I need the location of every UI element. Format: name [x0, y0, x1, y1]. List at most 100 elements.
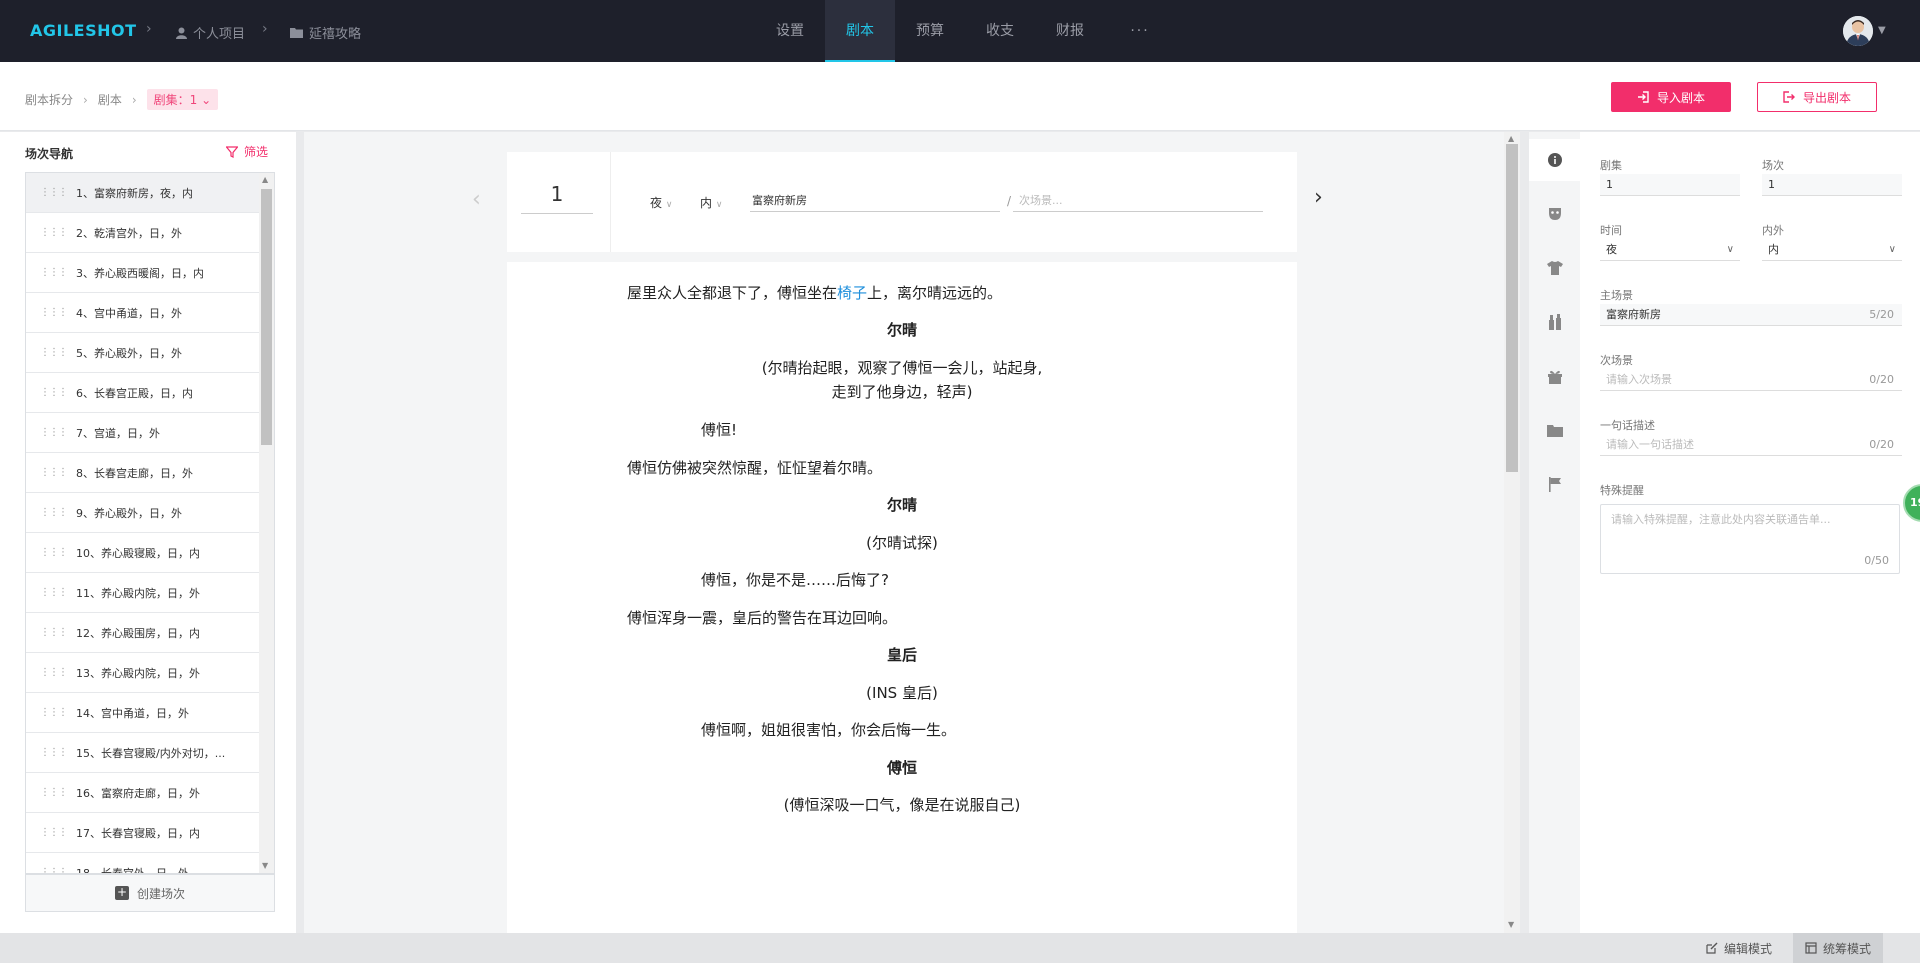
- drag-handle-icon[interactable]: ⋮⋮⋮: [26, 827, 76, 838]
- prop-link[interactable]: 椅子: [837, 284, 867, 302]
- scene-list-item[interactable]: ⋮⋮⋮ 18、长春宫外，日，外: [26, 853, 259, 874]
- drag-handle-icon[interactable]: ⋮⋮⋮: [26, 267, 76, 278]
- drag-handle-icon[interactable]: ⋮⋮⋮: [26, 627, 76, 638]
- drag-handle-icon[interactable]: ⋮⋮⋮: [26, 707, 76, 718]
- scene-list-item[interactable]: ⋮⋮⋮ 8、长春宫走廊，日，外: [26, 453, 259, 493]
- scene-list-item[interactable]: ⋮⋮⋮ 13、养心殿内院，日，外: [26, 653, 259, 693]
- scene-list-item[interactable]: ⋮⋮⋮ 16、富察府走廊，日，外: [26, 773, 259, 813]
- char-count: 0/20: [1869, 373, 1894, 386]
- scene-list-item[interactable]: ⋮⋮⋮ 5、养心殿外，日，外: [26, 333, 259, 373]
- import-icon: [1637, 91, 1649, 103]
- sub-scene-input[interactable]: 次场景...: [1013, 192, 1263, 212]
- sub-header: 剧本拆分 › 剧本 › 剧集：1 ⌄ 导入剧本 导出剧本: [0, 62, 1920, 131]
- drag-handle-icon[interactable]: ⋮⋮⋮: [26, 347, 76, 358]
- export-script-button[interactable]: 导出剧本: [1757, 82, 1877, 112]
- scene-list-item-label: 13、养心殿内院，日，外: [76, 666, 200, 680]
- user-avatar[interactable]: [1843, 16, 1873, 46]
- breadcrumb: 剧本拆分 › 剧本 › 剧集：1 ⌄: [25, 89, 219, 110]
- drag-handle-icon[interactable]: ⋮⋮⋮: [26, 587, 76, 598]
- main-scene-input[interactable]: 富察府新房: [750, 192, 1000, 212]
- nav-budget[interactable]: 预算: [895, 0, 965, 62]
- inout-dropdown-value: 内: [1768, 243, 1779, 256]
- summary-field[interactable]: 请输入一句话描述 0/20: [1600, 434, 1902, 456]
- scene-list-item[interactable]: ⋮⋮⋮ 2、乾清宫外，日，外: [26, 213, 259, 253]
- marker-tab[interactable]: [1529, 463, 1580, 505]
- time-select[interactable]: 夜 ∨: [650, 194, 672, 211]
- files-tab[interactable]: [1529, 409, 1580, 451]
- scene-list-item-label: 6、长春宫正殿，日，内: [76, 386, 193, 400]
- drag-handle-icon[interactable]: ⋮⋮⋮: [26, 307, 76, 318]
- import-script-button[interactable]: 导入剧本: [1611, 82, 1731, 112]
- episode-input[interactable]: 1: [1600, 174, 1740, 196]
- drag-handle-icon[interactable]: ⋮⋮⋮: [26, 427, 76, 438]
- dialogue: 傅恒啊，姐姐很害怕，你会后悔一生。: [701, 721, 957, 739]
- character-name: 傅恒: [886, 759, 917, 777]
- nav-settings[interactable]: 设置: [755, 0, 825, 62]
- plan-mode-button[interactable]: 统筹模式: [1793, 933, 1884, 963]
- scene-list-item[interactable]: ⋮⋮⋮ 9、养心殿外，日，外: [26, 493, 259, 533]
- nav-script[interactable]: 剧本: [825, 0, 895, 62]
- caret-down-icon[interactable]: ▼: [1878, 25, 1886, 36]
- drag-handle-icon[interactable]: ⋮⋮⋮: [26, 467, 76, 478]
- scene-list-item[interactable]: ⋮⋮⋮ 11、养心殿内院，日，外: [26, 573, 259, 613]
- scene-header: 1 夜 ∨ 内 ∨ 富察府新房 / 次场景...: [507, 152, 1297, 252]
- breadcrumb-drama[interactable]: 延禧攻略: [290, 23, 361, 42]
- scene-number-input[interactable]: 1: [521, 174, 593, 214]
- drag-handle-icon[interactable]: ⋮⋮⋮: [26, 547, 76, 558]
- inout-select[interactable]: 内 ∨: [700, 194, 722, 211]
- drag-handle-icon[interactable]: ⋮⋮⋮: [26, 227, 76, 238]
- scene-list-item[interactable]: ⋮⋮⋮ 12、养心殿围房，日，内: [26, 613, 259, 653]
- drag-handle-icon[interactable]: ⋮⋮⋮: [26, 507, 76, 518]
- dialogue: 傅恒!: [701, 421, 738, 439]
- costume-tab[interactable]: [1529, 247, 1580, 289]
- editor-scrollbar[interactable]: ▲ ▼: [1504, 132, 1520, 933]
- scroll-down-icon[interactable]: ▼: [262, 861, 268, 870]
- scene-list-item[interactable]: ⋮⋮⋮ 1、富察府新房，夜，内: [26, 173, 259, 213]
- scene-list-item[interactable]: ⋮⋮⋮ 6、长春宫正殿，日，内: [26, 373, 259, 413]
- drag-handle-icon[interactable]: ⋮⋮⋮: [26, 667, 76, 678]
- scene-list-item[interactable]: ⋮⋮⋮ 10、养心殿寝殿，日，内: [26, 533, 259, 573]
- chevron-right-icon[interactable]: ›: [1314, 185, 1323, 210]
- scene-list-item[interactable]: ⋮⋮⋮ 17、长春宫寝殿，日，内: [26, 813, 259, 853]
- notice-textarea[interactable]: 请输入特殊提醒，注意此处内容关联通告单... 0/50: [1600, 504, 1900, 574]
- actor-tab[interactable]: [1529, 193, 1580, 235]
- info-tab[interactable]: [1529, 139, 1580, 181]
- scroll-up-icon[interactable]: ▲: [262, 175, 268, 184]
- scene-list-item[interactable]: ⋮⋮⋮ 3、养心殿西暖阁，日，内: [26, 253, 259, 293]
- scroll-up-icon[interactable]: ▲: [1508, 134, 1514, 143]
- scene-list-item[interactable]: ⋮⋮⋮ 15、长春宫寝殿/内外对切，...: [26, 733, 259, 773]
- drag-handle-icon[interactable]: ⋮⋮⋮: [26, 867, 76, 873]
- mask-icon: [1548, 208, 1561, 220]
- scene-list-item[interactable]: ⋮⋮⋮ 4、宫中甬道，日，外: [26, 293, 259, 333]
- breadcrumb-script[interactable]: 剧本: [98, 91, 122, 108]
- makeup-tab[interactable]: [1529, 301, 1580, 343]
- scrollbar-thumb[interactable]: [261, 189, 272, 445]
- breadcrumb-project[interactable]: 个人项目: [176, 23, 245, 42]
- scrollbar-thumb[interactable]: [1506, 144, 1518, 472]
- main-scene-field[interactable]: 富察府新房 5/20: [1600, 304, 1902, 326]
- filter-button[interactable]: 筛选: [226, 143, 268, 160]
- brand-logo[interactable]: AGILESHOT: [30, 21, 137, 40]
- scene-list-scrollbar[interactable]: ▲ ▼: [259, 173, 274, 873]
- drag-handle-icon[interactable]: ⋮⋮⋮: [26, 787, 76, 798]
- scene-input[interactable]: 1: [1762, 174, 1902, 196]
- chevron-left-icon[interactable]: ‹: [472, 187, 481, 212]
- time-dropdown[interactable]: 夜 ∨: [1600, 239, 1740, 261]
- script-content[interactable]: 屋里众人全都退下了，傅恒坐在椅子上，离尔晴远远的。 尔晴 (尔晴抬起眼，观察了傅…: [507, 262, 1297, 933]
- create-scene-button[interactable]: + 创建场次: [25, 874, 275, 912]
- scene-list-item[interactable]: ⋮⋮⋮ 7、宫道，日，外: [26, 413, 259, 453]
- drag-handle-icon[interactable]: ⋮⋮⋮: [26, 187, 76, 198]
- nav-income-expense[interactable]: 收支: [965, 0, 1035, 62]
- breadcrumb-split[interactable]: 剧本拆分: [25, 91, 73, 108]
- props-tab[interactable]: [1529, 355, 1580, 397]
- inout-dropdown[interactable]: 内 ∨: [1762, 239, 1902, 261]
- episode-selector[interactable]: 剧集：1 ⌄: [146, 89, 219, 110]
- scene-list-item[interactable]: ⋮⋮⋮ 14、宫中甬道，日，外: [26, 693, 259, 733]
- edit-mode-button[interactable]: 编辑模式: [1694, 933, 1784, 963]
- nav-more-icon[interactable]: ···: [1105, 0, 1175, 62]
- sub-scene-field[interactable]: 请输入次场景 0/20: [1600, 369, 1902, 391]
- scroll-down-icon[interactable]: ▼: [1508, 920, 1514, 929]
- drag-handle-icon[interactable]: ⋮⋮⋮: [26, 387, 76, 398]
- drag-handle-icon[interactable]: ⋮⋮⋮: [26, 747, 76, 758]
- nav-financial-report[interactable]: 财报: [1035, 0, 1105, 62]
